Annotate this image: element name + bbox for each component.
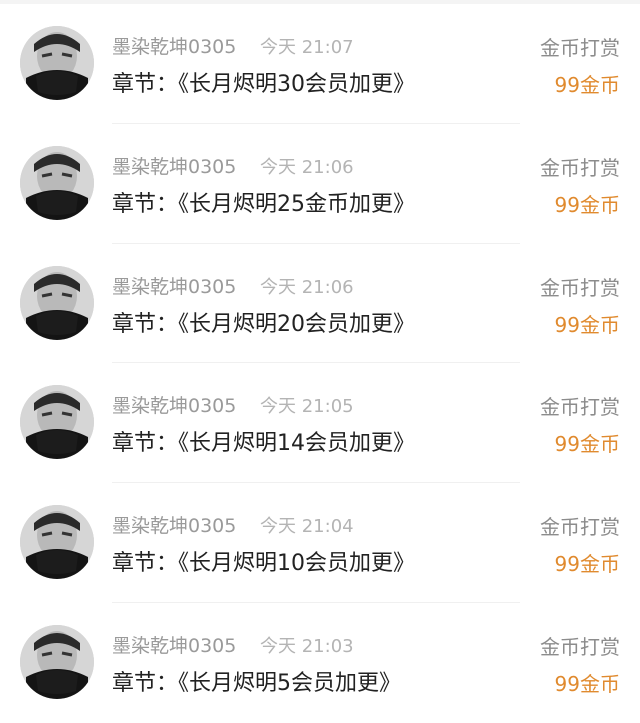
user-avatar[interactable] — [20, 26, 94, 100]
reward-type-label: 金币打赏 — [540, 275, 620, 300]
reward-record-row[interactable]: 墨染乾坤0305 今天 21:05 章节：《长月烬明14会员加更》 金币打赏 9… — [0, 363, 640, 484]
username[interactable]: 墨染乾坤0305 — [112, 152, 236, 179]
username[interactable]: 墨染乾坤0305 — [112, 391, 236, 418]
chapter-title[interactable]: 章节：《长月烬明10会员加更》 — [112, 545, 415, 577]
username[interactable]: 墨染乾坤0305 — [112, 631, 236, 658]
reward-type-label: 金币打赏 — [540, 36, 620, 60]
reward-record-row[interactable]: 墨染乾坤0305 今天 21:06 章节：《长月烬明25金币加更》 金币打赏 9… — [0, 124, 640, 244]
user-avatar[interactable] — [20, 505, 94, 580]
avatar-portrait-icon — [20, 265, 94, 340]
reward-amount: 99金币 — [554, 192, 620, 217]
reward-record-list: 墨染乾坤0305 今天 21:07 章节：《长月烬明30会员加更》 金币打赏 9… — [0, 4, 640, 723]
user-avatar[interactable] — [20, 624, 94, 699]
avatar-portrait-icon — [20, 505, 94, 580]
reward-type-label: 金币打赏 — [540, 515, 620, 540]
reward-time: 今天 21:06 — [260, 156, 354, 178]
reward-amount: 99金币 — [554, 432, 620, 457]
avatar-portrait-icon — [20, 145, 94, 220]
reward-record-row[interactable]: 墨染乾坤0305 今天 21:07 章节：《长月烬明30会员加更》 金币打赏 9… — [0, 4, 640, 124]
avatar-portrait-icon — [20, 26, 94, 100]
user-avatar[interactable] — [20, 145, 94, 220]
reward-time: 今天 21:06 — [260, 276, 354, 298]
username[interactable]: 墨染乾坤0305 — [112, 32, 236, 59]
username[interactable]: 墨染乾坤0305 — [112, 272, 236, 299]
chapter-title[interactable]: 章节：《长月烬明20会员加更》 — [112, 306, 415, 338]
user-avatar[interactable] — [20, 265, 94, 340]
reward-amount: 99金币 — [554, 73, 620, 97]
reward-amount: 99金币 — [554, 671, 620, 696]
chapter-title[interactable]: 章节：《长月烬明14会员加更》 — [112, 425, 415, 457]
chapter-title[interactable]: 章节：《长月烬明30会员加更》 — [112, 66, 415, 98]
avatar-portrait-icon — [20, 624, 94, 699]
reward-time: 今天 21:03 — [260, 635, 354, 657]
reward-time: 今天 21:05 — [260, 396, 354, 418]
chapter-title[interactable]: 章节：《长月烬明5会员加更》 — [112, 665, 401, 697]
reward-time: 今天 21:04 — [260, 516, 354, 538]
username[interactable]: 墨染乾坤0305 — [112, 511, 236, 538]
reward-type-label: 金币打赏 — [540, 155, 620, 180]
reward-record-row[interactable]: 墨染乾坤0305 今天 21:06 章节：《长月烬明20会员加更》 金币打赏 9… — [0, 244, 640, 364]
reward-amount: 99金币 — [554, 312, 620, 337]
chapter-title[interactable]: 章节：《长月烬明25金币加更》 — [112, 186, 415, 218]
reward-record-row[interactable]: 墨染乾坤0305 今天 21:03 章节：《长月烬明5会员加更》 金币打赏 99… — [0, 603, 640, 723]
reward-record-row[interactable]: 墨染乾坤0305 今天 21:04 章节：《长月烬明10会员加更》 金币打赏 9… — [0, 483, 640, 603]
reward-type-label: 金币打赏 — [540, 395, 620, 420]
reward-amount: 99金币 — [554, 552, 620, 577]
reward-type-label: 金币打赏 — [540, 634, 620, 659]
user-avatar[interactable] — [20, 385, 94, 460]
avatar-portrait-icon — [20, 385, 94, 460]
reward-time: 今天 21:07 — [260, 37, 354, 58]
